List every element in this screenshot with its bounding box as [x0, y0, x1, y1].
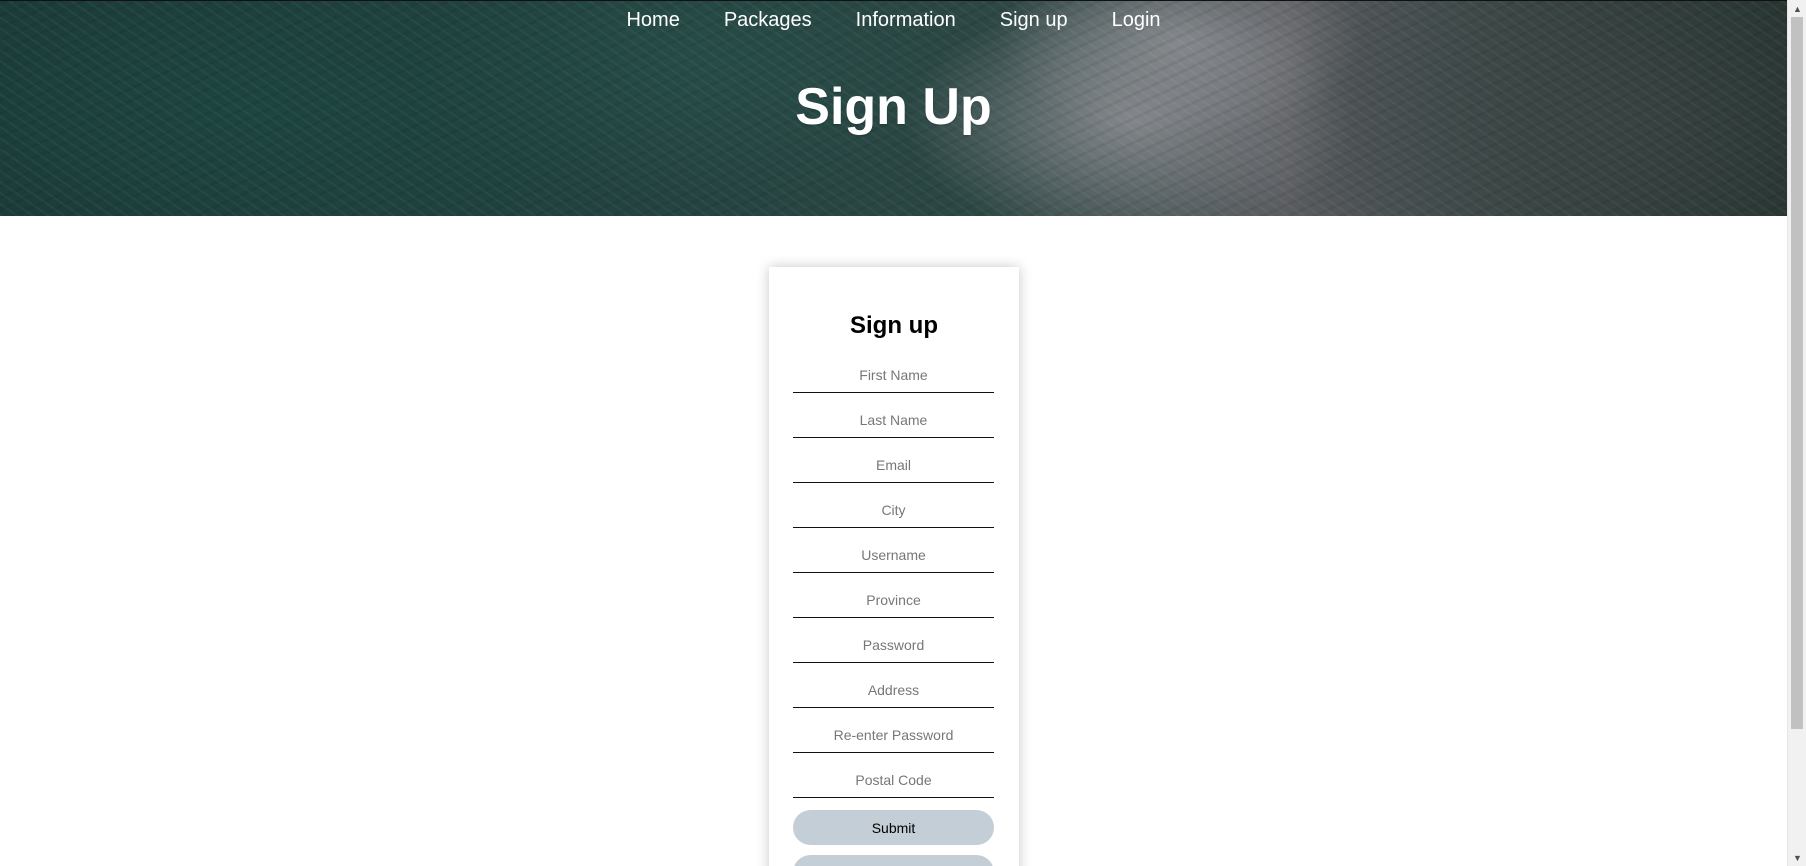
reenter-password-field[interactable] [793, 717, 994, 753]
province-field[interactable] [793, 582, 994, 618]
last-name-field[interactable] [793, 402, 994, 438]
nav-signup-link[interactable]: Sign up [1000, 9, 1068, 32]
scroll-down-arrow-icon[interactable]: ▼ [1788, 849, 1806, 866]
scroll-up-arrow-icon[interactable]: ▲ [1788, 0, 1806, 17]
password-field[interactable] [793, 627, 994, 663]
first-name-field[interactable] [793, 357, 994, 393]
address-field[interactable] [793, 672, 994, 708]
hero-title: Sign Up [795, 78, 992, 136]
scrollbar-thumb[interactable] [1791, 17, 1803, 729]
submit-button[interactable]: Submit [793, 810, 994, 845]
email-field[interactable] [793, 447, 994, 483]
nav-information-link[interactable]: Information [856, 9, 956, 32]
secondary-button[interactable] [793, 855, 994, 866]
page: Home Packages Information Sign up Login … [0, 0, 1806, 866]
postal-code-field[interactable] [793, 762, 994, 798]
main-nav: Home Packages Information Sign up Login [0, 9, 1787, 32]
nav-packages-link[interactable]: Packages [724, 9, 812, 32]
username-field[interactable] [793, 537, 994, 573]
vertical-scrollbar[interactable]: ▲ ▼ [1787, 0, 1806, 866]
signup-form-card: Sign up Submit [769, 267, 1019, 866]
city-field[interactable] [793, 492, 994, 528]
form-title: Sign up [850, 312, 938, 339]
nav-login-link[interactable]: Login [1112, 9, 1161, 32]
nav-home-link[interactable]: Home [626, 9, 679, 32]
hero-banner: Home Packages Information Sign up Login … [0, 0, 1787, 216]
